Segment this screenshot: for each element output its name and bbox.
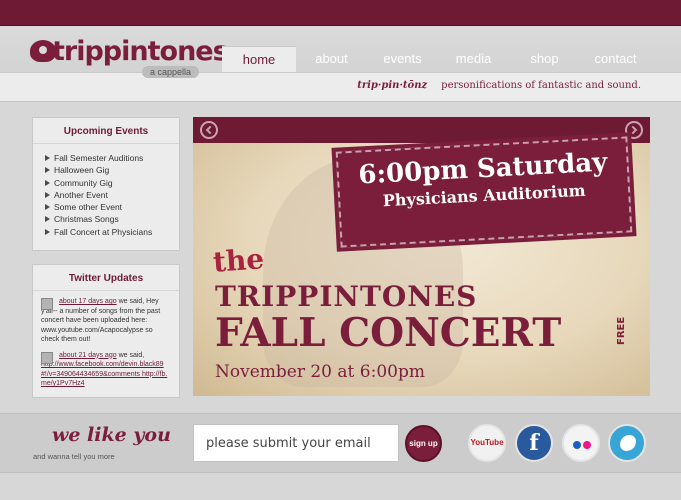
top-bar [0,0,681,26]
next-arrow-icon[interactable] [625,121,643,139]
event-item[interactable]: Fall Semester Auditions [45,152,179,164]
ticket-graphic: 6:00pm Saturday Physicians Auditorium [331,131,637,253]
tweet-time-link[interactable]: about 21 days ago [59,352,117,359]
we-like-you-heading: we like you [52,424,171,446]
logo-subtitle: a cappella [142,66,200,78]
event-group-name: TRIPPINTONES [215,280,478,313]
event-item[interactable]: Community Gig [45,177,179,189]
event-item[interactable]: Fall Concert at Physicians [45,226,179,238]
event-prefix: the [211,242,266,279]
event-item[interactable]: Some other Event [45,201,179,213]
events-list: Fall Semester Auditions Halloween Gig Co… [33,144,179,238]
tweet-link[interactable]: http://www.facebook.com/devin.black89#!/… [41,360,171,389]
logo-text: trippintones [52,36,229,67]
tweet-text: we said, [118,351,145,359]
footer-subtext: and wanna tell you more [33,452,115,461]
twitter-icon[interactable] [608,424,646,462]
nav-contact[interactable]: contact [580,46,651,72]
event-date: November 20 at 6:00pm [215,362,425,382]
featured-slider: 6:00pm Saturday Physicians Auditorium th… [193,117,650,396]
avatar [41,351,53,364]
nav-home[interactable]: home [222,46,296,72]
event-item[interactable]: Halloween Gig [45,164,179,176]
tagline-pronunciation: trip·pin·tōnz [357,80,428,91]
signup-button[interactable]: sign up [405,425,442,462]
tagline: trip·pin·tōnz personifications of fantas… [357,80,641,91]
tweet: about 17 days ago we said, Hey y'all-- a… [33,291,179,345]
nav-events[interactable]: events [367,46,438,72]
logo[interactable]: trippintones a cappella [30,36,229,80]
event-item[interactable]: Christmas Songs [45,213,179,225]
email-input[interactable] [193,424,399,462]
events-title: Upcoming Events [33,118,179,144]
facebook-icon[interactable]: f [515,424,553,462]
free-label: FREE [616,316,627,345]
event-title: FALL CONCERT [215,310,562,356]
main-nav: home about events media shop contact [222,46,651,72]
tweet-time-link[interactable]: about 17 days ago [59,298,117,305]
prev-arrow-icon[interactable] [200,121,218,139]
event-item[interactable]: Another Event [45,189,179,201]
events-panel: Upcoming Events Fall Semester Auditions … [32,117,180,251]
twitter-panel: Twitter Updates about 17 days ago we sai… [32,264,180,398]
flickr-icon[interactable] [562,424,600,462]
nav-about[interactable]: about [296,46,367,72]
youtube-icon[interactable]: YouTube [468,424,506,462]
nav-shop[interactable]: shop [509,46,580,72]
tweet: about 21 days ago we said, http://www.fa… [33,345,179,389]
tagline-text: personifications of fantastic and sound. [441,80,641,91]
twitter-title: Twitter Updates [33,265,179,291]
nav-media[interactable]: media [438,46,509,72]
avatar [41,298,53,310]
